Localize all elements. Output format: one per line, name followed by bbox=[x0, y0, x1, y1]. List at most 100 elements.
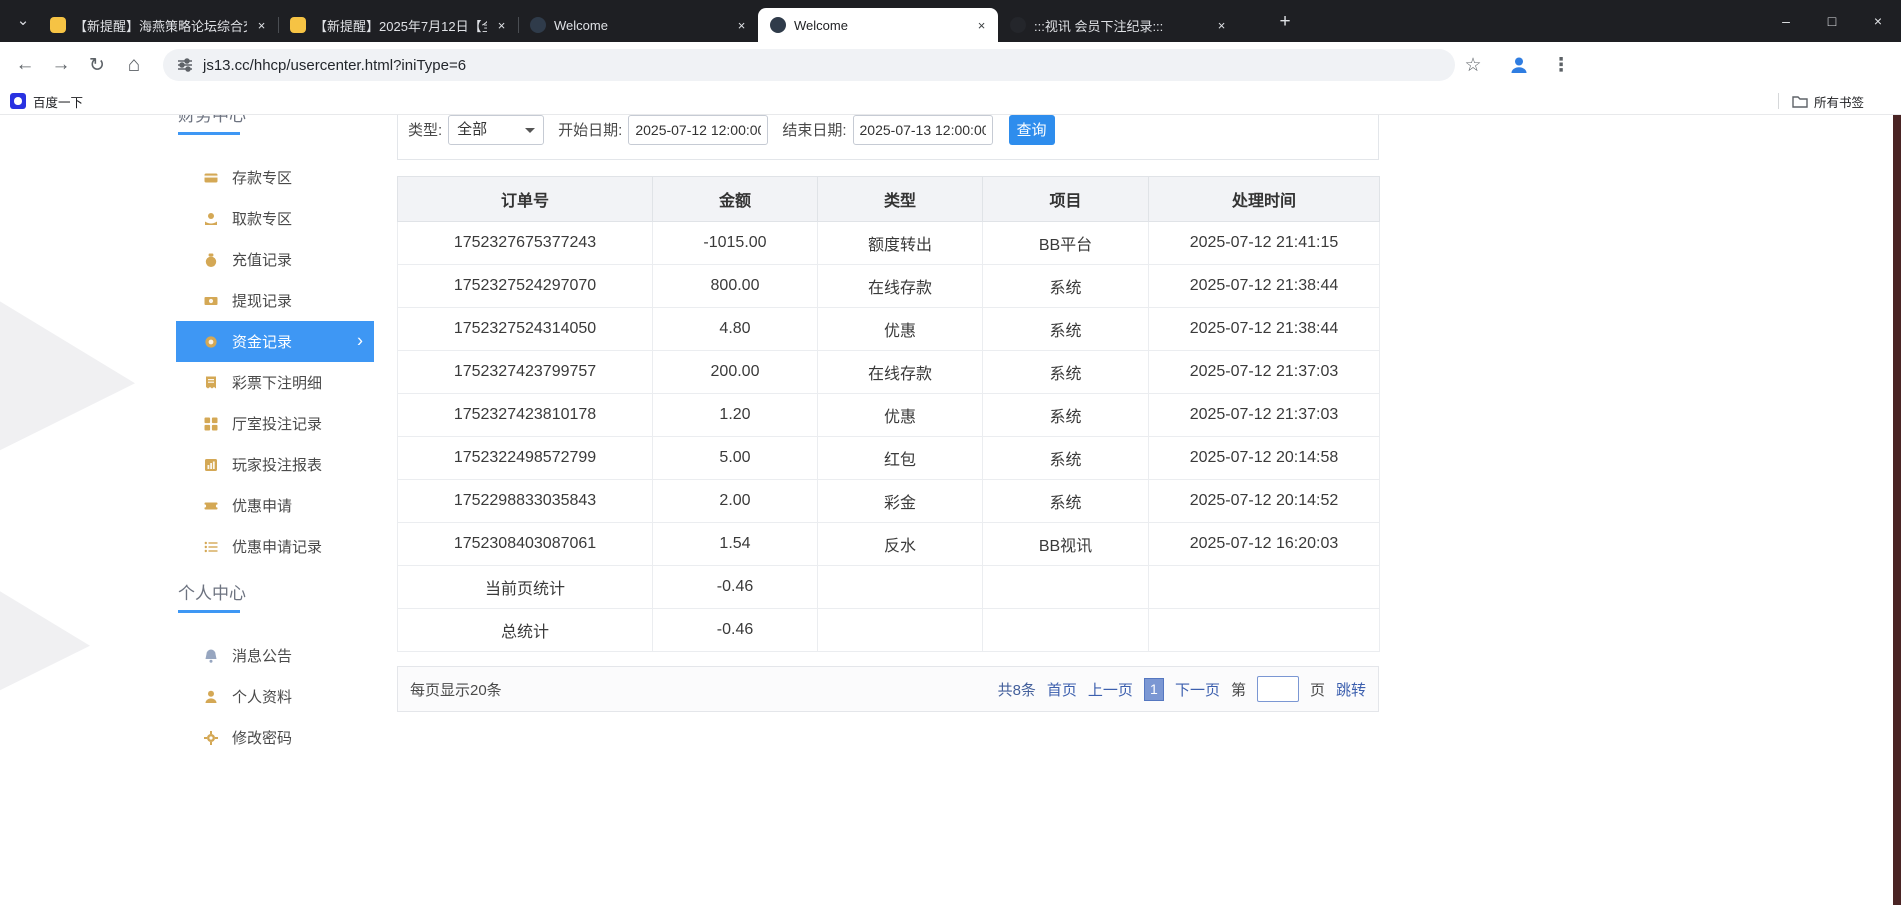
sidebar-item-profile[interactable]: 个人资料 bbox=[176, 676, 374, 717]
sidebar-item-hall-bet-records[interactable]: 厅室投注记录 bbox=[176, 403, 374, 444]
tabs-container: 【新提醒】海燕策略论坛综合交 × 【新提醒】2025年7月12日【全 × Wel… bbox=[38, 8, 1238, 42]
table-row: 1752322498572799 5.00 红包 系统 2025-07-12 2… bbox=[398, 437, 1380, 480]
tab-welcome-1[interactable]: Welcome × bbox=[518, 8, 758, 42]
tab-title: Welcome bbox=[554, 18, 727, 33]
time-cell: 2025-07-12 20:14:52 bbox=[1149, 480, 1380, 523]
sidebar-item-label: 优惠申请 bbox=[232, 495, 292, 516]
order-cell: 1752327675377243 bbox=[398, 222, 653, 265]
browser-toolbar: ← → ↻ ⌂ js13.cc/hhcp/usercenter.html?ini… bbox=[0, 42, 1901, 88]
prev-page-link[interactable]: 上一页 bbox=[1088, 679, 1133, 700]
time-cell: 2025-07-12 21:38:44 bbox=[1149, 308, 1380, 351]
page-right-strip bbox=[1893, 115, 1901, 905]
tab-strip: ⌄ 【新提醒】海燕策略论坛综合交 × 【新提醒】2025年7月12日【全 × W… bbox=[0, 0, 1901, 42]
sidebar-item-change-password[interactable]: 修改密码 bbox=[176, 717, 374, 758]
close-tab-icon[interactable]: × bbox=[973, 17, 990, 34]
bank-card-icon bbox=[202, 169, 220, 187]
forum-favicon-icon bbox=[50, 17, 66, 33]
person-icon bbox=[202, 688, 220, 706]
bell-icon bbox=[202, 647, 220, 665]
close-tab-icon[interactable]: × bbox=[253, 17, 270, 34]
order-cell: 1752327423799757 bbox=[398, 351, 653, 394]
summary-row-total: 总统计 -0.46 bbox=[398, 609, 1380, 652]
table-header-row: 订单号 金额 类型 项目 处理时间 bbox=[398, 177, 1380, 222]
all-bookmarks-label: 所有书签 bbox=[1814, 92, 1864, 111]
pagination-controls: 共8条 首页 上一页 1 下一页 第 页 跳转 bbox=[998, 676, 1366, 702]
current-page-button[interactable]: 1 bbox=[1144, 678, 1164, 701]
start-date-input[interactable] bbox=[628, 115, 768, 145]
site-settings-icon[interactable] bbox=[177, 57, 193, 73]
project-cell: 系统 bbox=[983, 480, 1149, 523]
page-content: 财务中心 存款专区 取款专区 充值记录 提现记录 资金记录 bbox=[0, 115, 1901, 905]
sidebar-item-label: 修改密码 bbox=[232, 727, 292, 748]
sidebar-item-promo-apply[interactable]: 优惠申请 bbox=[176, 485, 374, 526]
home-icon[interactable]: ⌂ bbox=[117, 42, 151, 88]
sidebar-item-funds-records[interactable]: 资金记录 › bbox=[176, 321, 374, 362]
url-text[interactable]: js13.cc/hhcp/usercenter.html?iniType=6 bbox=[203, 57, 466, 74]
close-window-button[interactable]: × bbox=[1855, 0, 1901, 42]
order-cell: 1752327524314050 bbox=[398, 308, 653, 351]
main-panel: 类型: 全部 开始日期: 结束日期: 查询 订单号 金额 bbox=[397, 115, 1379, 712]
header-project: 项目 bbox=[983, 177, 1149, 222]
filter-bar: 类型: 全部 开始日期: 结束日期: 查询 bbox=[397, 115, 1379, 160]
sidebar-item-withdrawal-records[interactable]: 提现记录 bbox=[176, 280, 374, 321]
tab-search-icon[interactable]: ⌄ bbox=[12, 10, 34, 32]
time-cell: 2025-07-12 21:37:03 bbox=[1149, 394, 1380, 437]
sidebar-item-deposit-zone[interactable]: 存款专区 bbox=[176, 157, 374, 198]
address-bar[interactable]: js13.cc/hhcp/usercenter.html?iniType=6 bbox=[163, 49, 1455, 81]
start-date-label: 开始日期: bbox=[558, 119, 622, 140]
close-tab-icon[interactable]: × bbox=[733, 17, 750, 34]
tab-welcome-active[interactable]: Welcome × bbox=[758, 8, 998, 42]
back-icon[interactable]: ← bbox=[8, 42, 42, 88]
profile-avatar-icon[interactable] bbox=[1502, 42, 1536, 88]
bookmark-label: 百度一下 bbox=[33, 92, 83, 111]
jump-page-input[interactable] bbox=[1257, 676, 1299, 702]
end-date-input[interactable] bbox=[853, 115, 993, 145]
tab-video-records[interactable]: :::视讯 会员下注纪录::: × bbox=[998, 8, 1238, 42]
all-bookmarks-button[interactable]: 所有书签 bbox=[1792, 88, 1864, 114]
welcome-favicon-icon bbox=[770, 17, 786, 33]
bookmark-star-icon[interactable]: ☆ bbox=[1456, 42, 1490, 88]
minimize-button[interactable]: – bbox=[1763, 0, 1809, 42]
sidebar-item-withdraw-zone[interactable]: 取款专区 bbox=[176, 198, 374, 239]
empty-cell bbox=[818, 609, 983, 652]
close-tab-icon[interactable]: × bbox=[493, 17, 510, 34]
ticket-icon bbox=[202, 497, 220, 515]
bookmark-baidu[interactable]: 百度一下 bbox=[10, 88, 83, 114]
summary-row-page: 当前页统计 -0.46 bbox=[398, 566, 1380, 609]
end-date-label: 结束日期: bbox=[782, 119, 846, 140]
tab-title: :::视讯 会员下注纪录::: bbox=[1034, 16, 1207, 35]
jump-button[interactable]: 跳转 bbox=[1336, 679, 1366, 700]
sidebar-item-lottery-bet-details[interactable]: 彩票下注明细 bbox=[176, 362, 374, 403]
sidebar-item-recharge-records[interactable]: 充值记录 bbox=[176, 239, 374, 280]
type-label: 类型: bbox=[408, 119, 442, 140]
order-cell: 1752327524297070 bbox=[398, 265, 653, 308]
reload-icon[interactable]: ↻ bbox=[80, 42, 114, 88]
close-tab-icon[interactable]: × bbox=[1213, 17, 1230, 34]
new-tab-button[interactable]: + bbox=[1272, 9, 1298, 35]
next-page-link[interactable]: 下一页 bbox=[1175, 679, 1220, 700]
project-cell: 系统 bbox=[983, 394, 1149, 437]
sidebar-item-messages[interactable]: 消息公告 bbox=[176, 635, 374, 676]
sidebar-item-player-bet-report[interactable]: 玩家投注报表 bbox=[176, 444, 374, 485]
header-time: 处理时间 bbox=[1149, 177, 1380, 222]
sidebar-item-label: 资金记录 bbox=[232, 331, 292, 352]
tab-forum[interactable]: 【新提醒】海燕策略论坛综合交 × bbox=[38, 8, 278, 42]
project-cell: 系统 bbox=[983, 351, 1149, 394]
menu-kebab-icon[interactable]: ⋮ bbox=[1544, 42, 1578, 88]
first-page-link[interactable]: 首页 bbox=[1047, 679, 1077, 700]
sidebar-item-promo-apply-records[interactable]: 优惠申请记录 bbox=[176, 526, 374, 567]
tab-reminder[interactable]: 【新提醒】2025年7月12日【全 × bbox=[278, 8, 518, 42]
search-button[interactable]: 查询 bbox=[1009, 115, 1055, 145]
amount-cell: 1.20 bbox=[653, 394, 818, 437]
personal-center-header: 个人中心 bbox=[176, 579, 374, 613]
maximize-button[interactable]: □ bbox=[1809, 0, 1855, 42]
type-select[interactable]: 全部 bbox=[448, 115, 544, 145]
empty-cell bbox=[818, 566, 983, 609]
forward-icon[interactable]: → bbox=[44, 42, 78, 88]
section-underline bbox=[178, 610, 240, 613]
section-underline bbox=[178, 132, 240, 135]
amount-cell: 1.54 bbox=[653, 523, 818, 566]
pagination-bar: 每页显示20条 共8条 首页 上一页 1 下一页 第 页 跳转 bbox=[397, 666, 1379, 712]
type-cell: 红包 bbox=[818, 437, 983, 480]
time-cell: 2025-07-12 21:38:44 bbox=[1149, 265, 1380, 308]
